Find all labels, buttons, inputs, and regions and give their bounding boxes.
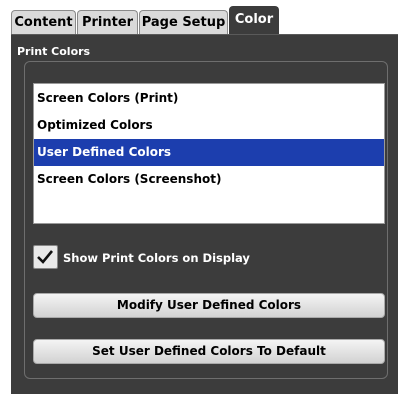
group-title: Print Colors (17, 45, 91, 58)
modify-user-defined-colors-button[interactable]: Modify User Defined Colors (33, 293, 385, 318)
tab-printer[interactable]: Printer (77, 10, 138, 34)
tab-content[interactable]: Content (11, 10, 76, 34)
tab-bar: Content Printer Page Setup Color (0, 0, 398, 36)
list-item[interactable]: Screen Colors (Screenshot) (34, 166, 384, 193)
show-print-colors-checkbox[interactable] (33, 245, 58, 269)
list-item[interactable]: Optimized Colors (34, 112, 384, 139)
list-item-selected[interactable]: User Defined Colors (34, 139, 384, 166)
tab-page-setup[interactable]: Page Setup (139, 10, 228, 34)
tab-color[interactable]: Color (229, 6, 279, 36)
checkmark-icon (37, 250, 54, 264)
set-default-colors-button[interactable]: Set User Defined Colors To Default (33, 339, 385, 364)
print-colors-list[interactable]: Screen Colors (Print) Optimized Colors U… (33, 83, 385, 224)
list-item[interactable]: Screen Colors (Print) (34, 85, 384, 112)
show-print-colors-label[interactable]: Show Print Colors on Display (63, 251, 250, 265)
